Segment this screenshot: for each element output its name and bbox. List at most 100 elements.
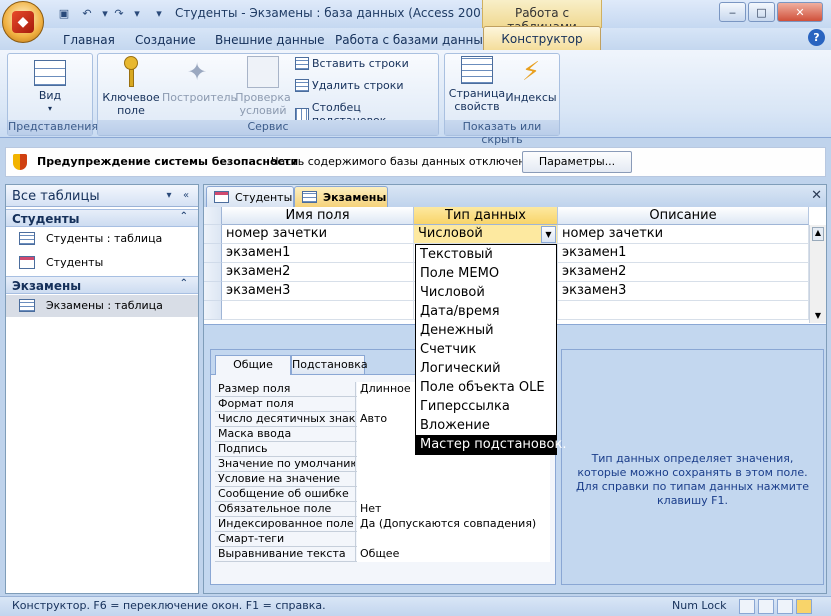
customize-qat-icon[interactable]: ▾ xyxy=(150,4,168,22)
dropdown-option-memo[interactable]: Поле MEMO xyxy=(416,264,556,283)
property-label: Выравнивание текста xyxy=(215,547,356,562)
test-rules-button[interactable]: Проверка условий xyxy=(234,56,292,117)
dropdown-option-ole[interactable]: Поле объекта OLE xyxy=(416,378,556,397)
row-selector[interactable] xyxy=(204,263,222,282)
minimize-button[interactable]: ‒ xyxy=(719,2,746,22)
cell-description[interactable]: номер зачетки xyxy=(558,225,809,244)
cell-field-name[interactable] xyxy=(222,301,414,320)
tab-home[interactable]: Главная xyxy=(55,31,123,49)
tab-design[interactable]: Конструктор xyxy=(483,26,601,51)
undo-icon[interactable]: ↶ xyxy=(78,4,96,22)
property-value[interactable]: Общее xyxy=(357,547,550,562)
nav-collapse-icon[interactable]: « xyxy=(179,189,193,203)
delete-rows-button[interactable]: Удалить строки xyxy=(295,79,404,92)
doc-tab-students[interactable]: Студенты xyxy=(206,186,294,207)
dropdown-option-yesno[interactable]: Логический xyxy=(416,359,556,378)
dropdown-option-hyperlink[interactable]: Гиперссылка xyxy=(416,397,556,416)
dropdown-option-number[interactable]: Числовой xyxy=(416,283,556,302)
nav-group-exams[interactable]: Экзамены ⌃ xyxy=(6,276,198,294)
property-row[interactable]: Выравнивание текста Общее xyxy=(215,547,550,562)
maximize-button[interactable]: □ xyxy=(748,2,775,22)
dropdown-option-datetime[interactable]: Дата/время xyxy=(416,302,556,321)
property-value[interactable] xyxy=(357,487,550,502)
insert-rows-button[interactable]: Вставить строки xyxy=(295,57,409,70)
grid-corner xyxy=(204,207,222,225)
property-label: Условие на значение xyxy=(215,472,356,487)
nav-menu-chevron-icon[interactable]: ▾ xyxy=(162,189,176,203)
scroll-up-icon[interactable]: ▲ xyxy=(812,227,824,241)
cell-field-name[interactable]: номер зачетки xyxy=(222,225,414,244)
redo-dropdown-icon[interactable]: ▾ xyxy=(128,4,146,22)
nav-item-exams-table[interactable]: Экзамены : таблица xyxy=(6,295,198,317)
dropdown-option-autonumber[interactable]: Счетчик xyxy=(416,340,556,359)
doc-tab-exams[interactable]: Экзамены xyxy=(294,186,388,207)
property-value[interactable] xyxy=(357,457,550,472)
check-label-1: Проверка xyxy=(235,91,291,104)
header-data-type[interactable]: Тип данных xyxy=(414,207,558,225)
tab-lookup[interactable]: Подстановка xyxy=(291,355,368,374)
props-label-1: Страница xyxy=(448,87,506,100)
property-row[interactable]: Значение по умолчанию xyxy=(215,457,550,472)
property-row[interactable]: Обязательное поле Нет xyxy=(215,502,550,517)
property-sheet-button[interactable]: Страница свойств xyxy=(448,56,506,113)
tab-create[interactable]: Создание xyxy=(127,31,204,49)
close-button[interactable]: ✕ xyxy=(777,2,823,22)
status-text: Конструктор. F6 = переключение окон. F1 … xyxy=(12,599,326,612)
header-description[interactable]: Описание xyxy=(558,207,809,225)
primary-key-button[interactable]: Ключевое поле xyxy=(102,56,160,117)
table-icon xyxy=(19,232,35,245)
cell-description[interactable]: экзамен1 xyxy=(558,244,809,263)
cell-description[interactable]: экзамен2 xyxy=(558,263,809,282)
property-value[interactable] xyxy=(357,472,550,487)
row-selector[interactable] xyxy=(204,225,222,244)
pivot-table-view-icon[interactable] xyxy=(758,599,774,614)
cell-data-type[interactable]: Числовой xyxy=(414,225,558,244)
dropdown-option-currency[interactable]: Денежный xyxy=(416,321,556,340)
header-field-name[interactable]: Имя поля xyxy=(222,207,414,225)
help-icon[interactable]: ? xyxy=(808,29,825,46)
property-label: Сообщение об ошибке xyxy=(215,487,356,502)
group-show-hide-label: Показать или скрыть xyxy=(445,120,559,146)
tab-database-tools[interactable]: Работа с базами данных xyxy=(327,31,498,49)
property-value[interactable]: Нет xyxy=(357,502,550,517)
property-row[interactable]: Индексированное поле Да (Допускаются совп… xyxy=(215,517,550,532)
close-document-icon[interactable]: ✕ xyxy=(811,188,822,203)
security-options-button[interactable]: Параметры... xyxy=(522,151,632,173)
cell-description[interactable]: экзамен3 xyxy=(558,282,809,301)
row-selector[interactable] xyxy=(204,244,222,263)
scroll-down-icon[interactable]: ▼ xyxy=(812,311,824,321)
property-row[interactable]: Условие на значение xyxy=(215,472,550,487)
row-selector[interactable] xyxy=(204,282,222,301)
office-button[interactable]: ◆ xyxy=(2,1,44,43)
datasheet-view-icon[interactable] xyxy=(739,599,755,614)
vertical-scrollbar[interactable]: ▲ ▼ xyxy=(809,225,826,323)
row-selector[interactable] xyxy=(204,301,222,320)
indexes-button[interactable]: ⚡ Индексы xyxy=(505,56,557,104)
cell-field-name[interactable]: экзамен2 xyxy=(222,263,414,282)
view-button[interactable]: Вид ▾ xyxy=(22,56,78,115)
dropdown-option-attachment[interactable]: Вложение xyxy=(416,416,556,435)
property-value[interactable] xyxy=(357,532,550,547)
builder-button[interactable]: ✦ Построитель xyxy=(162,56,237,104)
cell-field-name[interactable]: экзамен3 xyxy=(222,282,414,301)
redo-icon[interactable]: ↷ xyxy=(110,4,128,22)
cell-description[interactable] xyxy=(558,301,809,320)
cell-field-name[interactable]: экзамен1 xyxy=(222,244,414,263)
pivot-chart-view-icon[interactable] xyxy=(777,599,793,614)
design-view-icon[interactable] xyxy=(796,599,812,614)
save-icon[interactable]: ▣ xyxy=(55,4,73,22)
data-type-dropdown-arrow-icon[interactable]: ▼ xyxy=(541,226,556,243)
property-label: Число десятичных знаков xyxy=(215,412,356,427)
nav-item-students-table[interactable]: Студенты : таблица xyxy=(6,228,198,250)
dropdown-option-text[interactable]: Текстовый xyxy=(416,245,556,264)
nav-item-students-form[interactable]: Студенты xyxy=(6,252,198,274)
tab-external-data[interactable]: Внешние данные xyxy=(207,31,332,49)
nav-group-students[interactable]: Студенты ⌃ xyxy=(6,209,198,227)
property-row[interactable]: Сообщение об ошибке xyxy=(215,487,550,502)
doc-tab-label: Студенты xyxy=(235,191,293,204)
tab-general[interactable]: Общие xyxy=(215,355,291,375)
navigation-pane: Все таблицы ▾ « Студенты ⌃ Студенты : та… xyxy=(5,184,199,594)
property-value[interactable]: Да (Допускаются совпадения) xyxy=(357,517,550,532)
dropdown-option-lookup-wizard[interactable]: Мастер подстановок. xyxy=(416,435,566,454)
property-row[interactable]: Смарт-теги xyxy=(215,532,550,547)
